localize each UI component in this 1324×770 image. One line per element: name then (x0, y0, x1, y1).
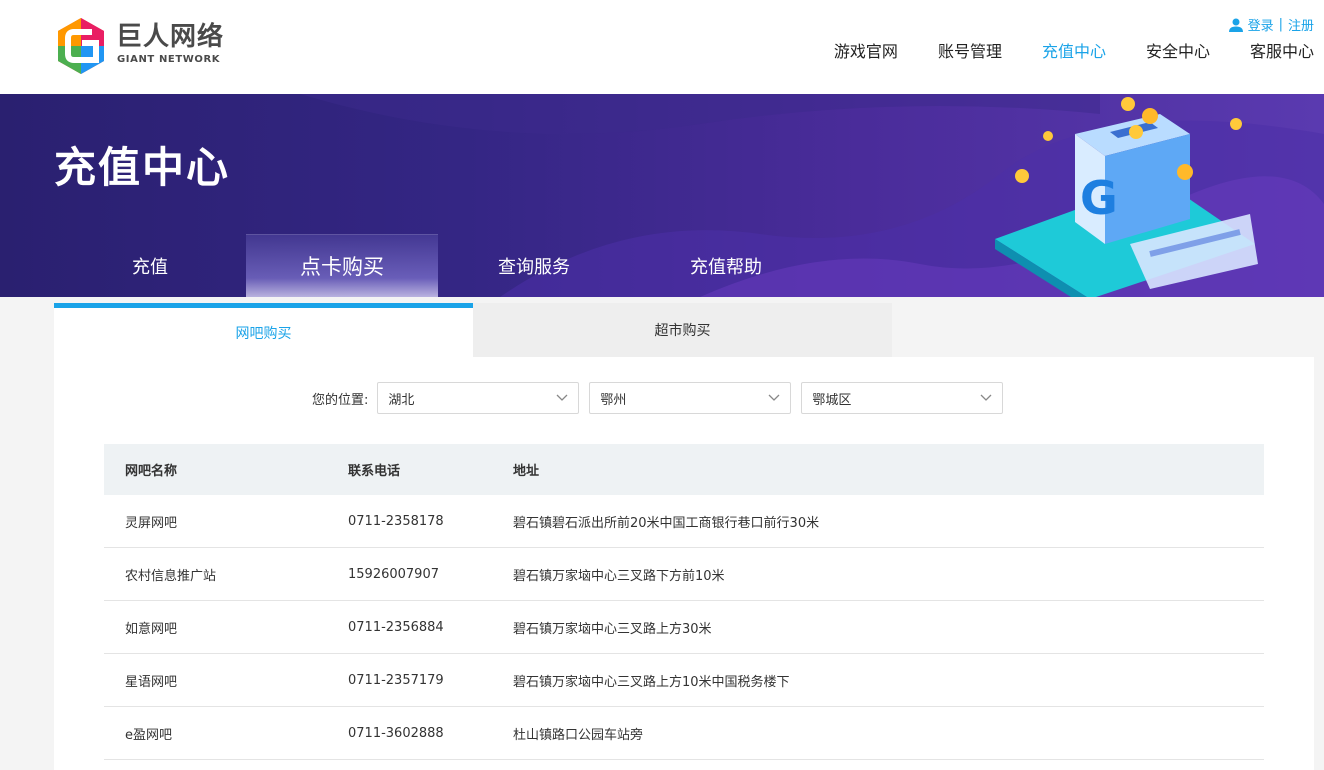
cafe-phone: 15926007907 (348, 566, 439, 582)
main-nav: 游戏官网 账号管理 充值中心 安全中心 客服中心 (834, 38, 1314, 62)
login-link[interactable]: 登录 (1248, 15, 1274, 34)
tab-buy-card[interactable]: 点卡购买 (246, 234, 438, 297)
cafe-name: e盈网吧 (125, 727, 172, 743)
chevron-down-icon (556, 394, 568, 401)
district-select[interactable]: 鄂城区 (801, 382, 1004, 414)
tab-recharge[interactable]: 充值 (54, 234, 246, 297)
subtab-spacer (892, 303, 1314, 357)
city-select[interactable]: 鄂州 (589, 382, 792, 414)
banner-tabs: 充值 点卡购买 查询服务 充值帮助 (54, 234, 822, 297)
city-value: 鄂州 (600, 392, 627, 408)
register-link[interactable]: 注册 (1288, 15, 1314, 34)
table-header: 网吧名称 联系电话 地址 (104, 444, 1264, 495)
tab-query[interactable]: 查询服务 (438, 234, 630, 297)
logo-chinese-text: 巨人网络 (116, 22, 225, 52)
content-panel: 网吧购买 超市购买 您的位置: 湖北 鄂州 鄂城区 网吧名称 联系电话 地址 灵… (54, 303, 1314, 770)
cafe-phone: 0711-3602888 (348, 725, 444, 741)
cafe-name: 灵屏网吧 (125, 515, 178, 531)
giant-network-logo[interactable]: 巨人网络 GIANT NETWORK (54, 16, 224, 78)
nav-game-site[interactable]: 游戏官网 (834, 38, 898, 62)
cafe-phone: 0711-2358178 (348, 513, 444, 529)
province-select[interactable]: 湖北 (377, 382, 580, 414)
user-icon (1228, 18, 1243, 32)
giant-logo-icon (58, 18, 104, 74)
nav-account[interactable]: 账号管理 (938, 38, 1002, 62)
cafe-address: 碧石镇碧石派出所前20米中国工商银行巷口前行30米 (513, 515, 820, 531)
subtab-supermarket[interactable]: 超市购买 (473, 303, 892, 357)
province-value: 湖北 (388, 392, 415, 408)
cafe-address: 碧石镇万家垴中心三叉路上方30米 (513, 621, 712, 637)
banner: G 充值中心 充值 点卡购买 查询服务 充值帮助 (0, 94, 1324, 297)
cafe-name: 如意网吧 (125, 621, 178, 637)
tab-help[interactable]: 充值帮助 (630, 234, 822, 297)
cafe-address: 碧石镇万家垴中心三叉路下方前10米 (513, 568, 725, 584)
top-header: 巨人网络 GIANT NETWORK 登录 | 注册 游戏官网 账号管理 充值中… (0, 0, 1324, 94)
table-row: 农村信息推广站 15926007907 碧石镇万家垴中心三叉路下方前10米 (104, 548, 1264, 601)
nav-security[interactable]: 安全中心 (1146, 38, 1210, 62)
cafe-phone: 0711-2357179 (348, 672, 444, 688)
column-header-name: 网吧名称 (125, 464, 178, 479)
purchase-subtabs: 网吧购买 超市购买 (54, 303, 892, 357)
svg-text:G: G (1080, 171, 1118, 225)
cafe-phone: 0711-2356884 (348, 619, 444, 635)
cafe-name: 农村信息推广站 (125, 568, 217, 584)
nav-recharge[interactable]: 充值中心 (1042, 38, 1106, 62)
cafe-address: 碧石镇万家垴中心三叉路上方10米中国税务楼下 (513, 674, 790, 690)
column-header-phone: 联系电话 (348, 464, 401, 479)
cafe-name: 星语网吧 (125, 674, 178, 690)
subtab-internet-cafe[interactable]: 网吧购买 (54, 303, 473, 357)
auth-links: 登录 | 注册 (1228, 15, 1314, 34)
internet-cafe-table: 网吧名称 联系电话 地址 灵屏网吧 0711-2358178 碧石镇碧石派出所前… (104, 444, 1264, 760)
logo-english-text: GIANT NETWORK (117, 54, 221, 65)
table-row: 灵屏网吧 0711-2358178 碧石镇碧石派出所前20米中国工商银行巷口前行… (104, 495, 1264, 548)
chevron-down-icon (980, 394, 992, 401)
district-value: 鄂城区 (812, 392, 852, 408)
location-label: 您的位置: (312, 392, 369, 408)
table-row: 如意网吧 0711-2356884 碧石镇万家垴中心三叉路上方30米 (104, 601, 1264, 654)
table-row: e盈网吧 0711-3602888 杜山镇路口公园车站旁 (104, 707, 1264, 760)
location-selector: 您的位置: 湖北 鄂州 鄂城区 (312, 382, 1013, 414)
column-header-address: 地址 (513, 464, 540, 479)
chevron-down-icon (768, 394, 780, 401)
auth-separator: | (1278, 17, 1283, 32)
nav-service[interactable]: 客服中心 (1250, 38, 1314, 62)
page-title: 充值中心 (54, 143, 231, 192)
cafe-address: 杜山镇路口公园车站旁 (513, 727, 644, 743)
table-row: 星语网吧 0711-2357179 碧石镇万家垴中心三叉路上方10米中国税务楼下 (104, 654, 1264, 707)
